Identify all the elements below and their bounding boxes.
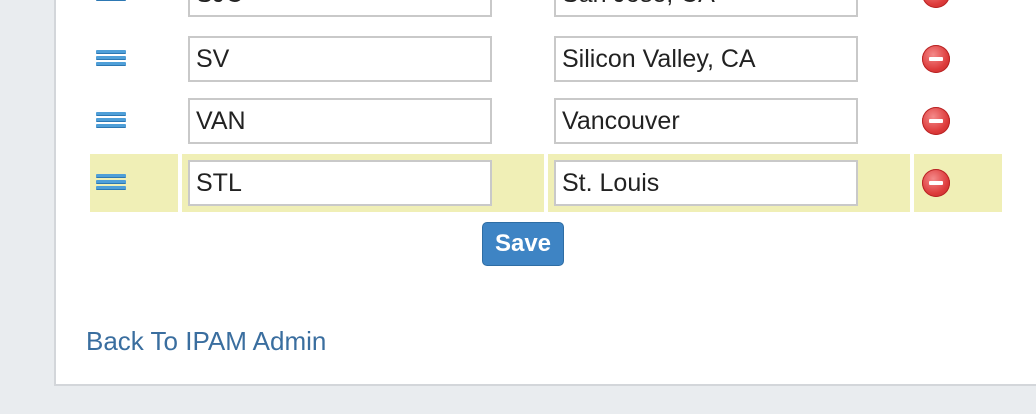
- location-name-input[interactable]: [554, 98, 858, 144]
- drag-handle-icon[interactable]: [96, 50, 128, 68]
- location-code-input[interactable]: [188, 36, 492, 82]
- location-row: [90, 92, 1002, 150]
- row-cell: [90, 0, 178, 23]
- drag-handle-icon[interactable]: [96, 174, 128, 192]
- remove-circle-icon[interactable]: [922, 45, 950, 73]
- location-code-input[interactable]: [188, 160, 492, 206]
- location-name-input[interactable]: [554, 160, 858, 206]
- back-to-ipam-admin-link[interactable]: Back To IPAM Admin: [86, 326, 326, 357]
- location-row: [90, 154, 1002, 212]
- location-code-input[interactable]: [188, 0, 492, 17]
- drag-handle-icon[interactable]: [96, 112, 128, 130]
- location-name-input[interactable]: [554, 0, 858, 17]
- location-name-input[interactable]: [554, 36, 858, 82]
- remove-circle-icon[interactable]: [922, 107, 950, 135]
- remove-circle-icon[interactable]: [922, 169, 950, 197]
- save-button[interactable]: Save: [482, 222, 564, 266]
- drag-handle-icon[interactable]: [96, 0, 128, 3]
- location-row: [90, 30, 1002, 88]
- location-code-input[interactable]: [188, 98, 492, 144]
- location-row: [90, 0, 1002, 23]
